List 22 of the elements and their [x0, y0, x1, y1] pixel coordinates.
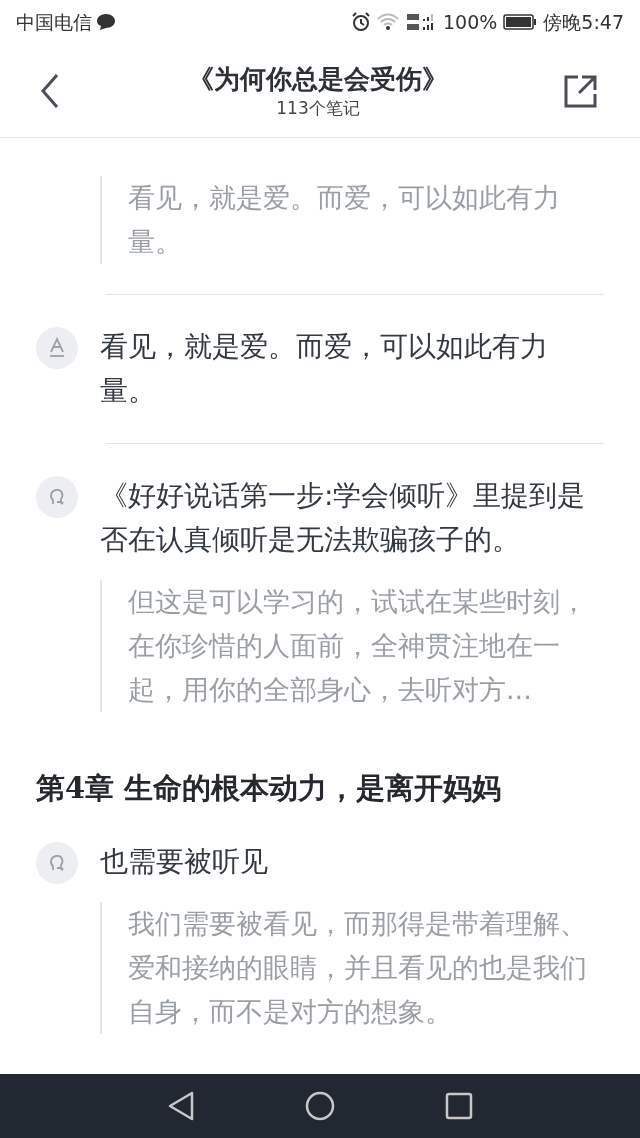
quoted-passage: 我们需要被看见，而那得是带着理解、爱和接纳的眼睛，并且看见的也是我们自身，而不是对方的想象。	[100, 902, 600, 1034]
clock-time: 傍晚5:47	[543, 9, 624, 35]
book-title: 《为何你总是会受伤》	[188, 62, 448, 96]
quoted-passage: 但这是可以学习的，试试在某些时刻，在你珍惜的人面前，全神贯注地在一起，用你的全部身心，去听对方...	[100, 580, 600, 712]
alarm-icon	[351, 12, 371, 32]
recents-nav-icon[interactable]	[445, 1092, 473, 1120]
chat-bubble-icon	[96, 13, 116, 31]
note-text: 《好好说话第一步:学会倾听》里提到是否在认真倾听是无法欺骗孩子的。	[100, 478, 587, 558]
thought-icon	[36, 476, 78, 518]
battery-icon	[503, 13, 538, 31]
note-text: 看见，就是爱。而爱，可以如此有力量。	[100, 329, 549, 409]
battery-percent: 100%	[443, 9, 498, 35]
note-text: 也需要被听见	[100, 844, 268, 880]
note-count: 113个笔记	[276, 96, 360, 120]
carrier-name: 中国电信	[16, 9, 92, 35]
home-nav-icon[interactable]	[305, 1091, 335, 1121]
chapter-heading: 第4章 生命的根本动力，是离开妈妈	[35, 770, 503, 807]
quoted-passage: 看见，就是爱。而爱，可以如此有力量。	[100, 176, 600, 264]
underline-icon	[36, 327, 78, 369]
wifi-icon	[377, 13, 399, 31]
back-nav-icon[interactable]	[167, 1091, 195, 1121]
thought-icon	[36, 842, 78, 884]
